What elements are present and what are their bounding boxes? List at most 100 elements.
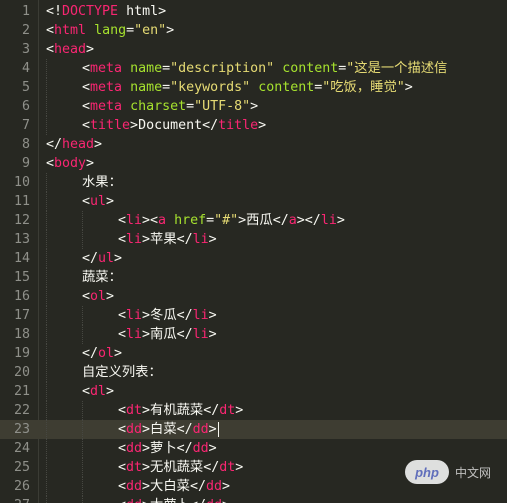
punctuation-token: < <box>118 327 127 342</box>
code-text: <dd>大白菜</dd> <box>118 477 230 496</box>
code-line[interactable]: 23 <dd>白菜</dd> <box>0 420 507 439</box>
code-line[interactable]: 18 <li>南瓜</li> <box>0 325 507 344</box>
punctuation-token: < <box>46 42 55 57</box>
punctuation-token: < <box>82 194 91 209</box>
code-line[interactable]: 27<dd>大萝卜</dd> <box>0 496 507 503</box>
indent-guide <box>82 477 83 496</box>
tag-name-token: dd <box>126 422 143 437</box>
code-text: <!DOCTYPE html> <box>46 2 166 21</box>
punctuation-token: < <box>82 289 91 304</box>
punctuation-token: > <box>208 308 217 323</box>
punctuation-token: > <box>235 403 244 418</box>
attribute-token: content <box>282 61 339 76</box>
tag-name-token: ul <box>90 194 107 209</box>
attribute-token: name <box>130 61 163 76</box>
punctuation-token: < <box>118 441 127 456</box>
line-number: 22 <box>13 403 30 418</box>
code-line[interactable]: 11 <ul> <box>0 192 507 211</box>
code-text: <head> <box>46 40 94 59</box>
code-line[interactable]: 22 <dt>有机蔬菜</dt> <box>0 401 507 420</box>
code-text: <dt>有机蔬菜</dt> <box>118 401 243 420</box>
punctuation-token: < <box>118 213 127 228</box>
punctuation-token <box>122 80 130 95</box>
indent-guide <box>46 59 47 78</box>
code-editor[interactable]: 1 <!DOCTYPE html> 2 <html lang="en"> 3 <head>… <box>0 0 507 503</box>
code-line[interactable]: 4 <meta name="description" content="这是一个描… <box>0 59 507 78</box>
punctuation-token: </ <box>82 346 99 361</box>
tag-name-token: dt <box>126 460 143 475</box>
text-cursor <box>217 421 219 437</box>
code-text: <dd>萝卜</dd> <box>118 439 217 458</box>
code-line[interactable]: 9 <body> <box>0 154 507 173</box>
indent-guide <box>82 458 83 477</box>
indent-guide <box>46 173 47 192</box>
punctuation-token: > <box>404 80 413 95</box>
text-token: 大萝卜 <box>150 498 190 503</box>
attribute-token: lang <box>94 23 127 38</box>
punctuation-token <box>122 61 130 76</box>
code-line[interactable]: 16 <ol> <box>0 287 507 306</box>
code-line[interactable]: 6 <meta charset="UTF-8"> <box>0 97 507 116</box>
punctuation-token: </ <box>176 422 193 437</box>
punctuation-token: > <box>94 137 103 152</box>
code-line[interactable]: 15 蔬菜： <box>0 268 507 287</box>
tag-name-token: ol <box>90 289 107 304</box>
code-line[interactable]: 7 <title>Document</title> <box>0 116 507 135</box>
code-line[interactable]: 13 <li>苹果</li> <box>0 230 507 249</box>
code-text: <ul> <box>82 192 114 211</box>
line-number: 20 <box>13 365 30 380</box>
line-number: 19 <box>13 346 30 361</box>
code-text: <li>冬瓜</li> <box>118 306 217 325</box>
text-token: 无机蔬菜 <box>150 460 204 475</box>
code-line[interactable]: 21 <dl> <box>0 382 507 401</box>
code-line[interactable]: 24 <dd>萝卜</dd> <box>0 439 507 458</box>
indent-guide <box>46 496 47 503</box>
code-line[interactable]: 20 自定义列表： <box>0 363 507 382</box>
code-line[interactable]: 19 </ol> <box>0 344 507 363</box>
code-text: <meta name="description" content="这是一个描述… <box>82 59 447 78</box>
punctuation-token: > <box>250 99 259 114</box>
punctuation-token: > <box>142 327 151 342</box>
code-line[interactable]: 10 水果： <box>0 173 507 192</box>
punctuation-token <box>250 80 258 95</box>
code-line[interactable]: 1 <!DOCTYPE html> <box>0 2 507 21</box>
code-line[interactable]: 17 <li>冬瓜</li> <box>0 306 507 325</box>
punctuation-token: < <box>82 118 91 133</box>
tag-name-token: li <box>126 327 143 342</box>
punctuation-token: </ <box>190 498 206 503</box>
tag-name-token: dd <box>205 479 222 494</box>
tag-name-token: dt <box>219 403 236 418</box>
php-logo: php <box>405 460 449 484</box>
text-token: 有机蔬菜 <box>150 403 204 418</box>
punctuation-token: </ <box>203 460 220 475</box>
tag-name-token: dt <box>219 460 236 475</box>
code-text: </ul> <box>82 249 122 268</box>
punctuation-token: < <box>82 384 91 399</box>
tag-name-token: ul <box>98 251 115 266</box>
code-line[interactable]: 3 <head> <box>0 40 507 59</box>
string-token: "吃饭，睡觉" <box>322 80 405 95</box>
punctuation-token: > <box>142 403 151 418</box>
text-token: 南瓜 <box>150 327 177 342</box>
punctuation-token: > <box>130 118 139 133</box>
string-token: "en" <box>134 23 167 38</box>
line-number: 16 <box>13 289 30 304</box>
line-number: 2 <box>21 23 30 38</box>
line-number: 25 <box>13 460 30 475</box>
punctuation-token: >< <box>142 213 159 228</box>
code-line[interactable]: 8 </head> <box>0 135 507 154</box>
code-line[interactable]: 5 <meta name="keywords" content="吃饭，睡觉"> <box>0 78 507 97</box>
punctuation-token: > <box>106 289 115 304</box>
code-line[interactable]: 12 <li><a href="#">西瓜</a></li> <box>0 211 507 230</box>
code-line[interactable]: 14 </ul> <box>0 249 507 268</box>
tag-name-token: dd <box>206 498 222 503</box>
attribute-token: href <box>174 213 207 228</box>
tag-name-token: dl <box>90 384 107 399</box>
indent-guide <box>46 306 47 325</box>
indent-guide <box>46 268 47 287</box>
code-line[interactable]: 2 <html lang="en"> <box>0 21 507 40</box>
tag-name-token: li <box>192 308 209 323</box>
punctuation-token: > <box>86 42 95 57</box>
tag-name-token: dd <box>126 479 143 494</box>
punctuation-token: > <box>222 498 230 503</box>
